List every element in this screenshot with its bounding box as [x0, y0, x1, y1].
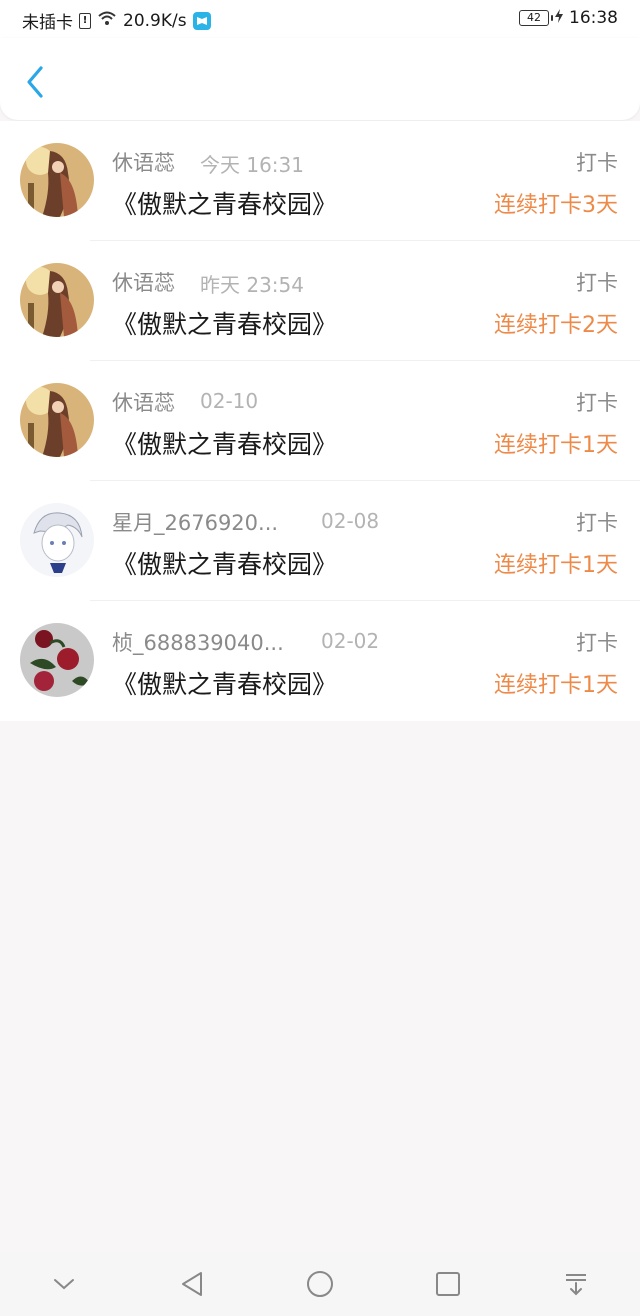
- system-nav-bar: [0, 1252, 640, 1316]
- nav-back-button[interactable]: [172, 1264, 212, 1304]
- book-title[interactable]: 《傲默之青春校园》: [112, 425, 337, 461]
- checkin-tag: 打卡: [576, 271, 618, 295]
- book-title[interactable]: 《傲默之青春校园》: [112, 665, 337, 701]
- back-triangle-icon: [182, 1272, 202, 1296]
- streak-label: 连续打卡2天: [494, 313, 618, 338]
- list-item[interactable]: 休语蕊 今天 16:31 《傲默之青春校园》 打卡 连续打卡3天: [0, 121, 640, 241]
- nav-recents-button[interactable]: [428, 1264, 468, 1304]
- collapse-icon: [54, 1279, 74, 1290]
- user-name[interactable]: 星月_2676920...: [112, 507, 297, 537]
- checkin-time: 昨天 23:54: [200, 273, 304, 297]
- checkin-time: 今天 16:31: [200, 153, 304, 177]
- reader-app-icon: [192, 11, 211, 30]
- list-item[interactable]: 休语蕊 昨天 23:54 《傲默之青春校园》 打卡 连续打卡2天: [0, 241, 640, 361]
- network-speed: 20.9K/s: [123, 10, 187, 31]
- book-title[interactable]: 《傲默之青春校园》: [112, 185, 337, 221]
- status-left: 未插卡 ! 20.9K/s: [22, 8, 211, 33]
- clock: 16:38: [569, 8, 618, 28]
- checkin-tag: 打卡: [576, 631, 618, 655]
- collapse-button[interactable]: [44, 1264, 84, 1304]
- page-header: [0, 38, 640, 120]
- checkin-time: 02-02: [321, 629, 380, 653]
- list-item[interactable]: 桢_688839040... 02-02 《傲默之青春校园》 打卡 连续打卡1天: [0, 601, 640, 721]
- notification-pull-icon: [566, 1274, 586, 1296]
- charging-icon: [555, 8, 563, 28]
- anime-girl-avatar[interactable]: [20, 143, 94, 217]
- user-name[interactable]: 桢_688839040...: [112, 627, 297, 657]
- back-button[interactable]: [18, 62, 52, 102]
- list-item[interactable]: 休语蕊 02-10 《傲默之青春校园》 打卡 连续打卡1天: [0, 361, 640, 481]
- streak-label: 连续打卡3天: [494, 193, 618, 218]
- carrier-text: 未插卡: [22, 13, 73, 33]
- sim-alert-icon: !: [79, 12, 91, 29]
- checkin-tag: 打卡: [576, 391, 618, 415]
- list-item[interactable]: 星月_2676920... 02-08 《傲默之青春校园》 打卡 连续打卡1天: [0, 481, 640, 601]
- recents-square-icon: [436, 1272, 460, 1296]
- checkin-list: 休语蕊 今天 16:31 《傲默之青春校园》 打卡 连续打卡3天 休语蕊 昨天 …: [0, 121, 640, 721]
- status-bar: 未插卡 ! 20.9K/s 42 16:38: [0, 0, 640, 38]
- anime-girl-avatar[interactable]: [20, 263, 94, 337]
- streak-label: 连续打卡1天: [494, 553, 618, 578]
- checkin-time: 02-08: [321, 509, 380, 533]
- roses-avatar[interactable]: [20, 623, 94, 697]
- checkin-time: 02-10: [200, 389, 259, 413]
- checkin-tag: 打卡: [576, 511, 618, 535]
- streak-label: 连续打卡1天: [494, 673, 618, 698]
- checkin-tag: 打卡: [576, 151, 618, 175]
- home-circle-icon: [307, 1271, 333, 1297]
- nav-notification-button[interactable]: [556, 1264, 596, 1304]
- book-title[interactable]: 《傲默之青春校园》: [112, 305, 337, 341]
- battery-icon: 42: [519, 10, 553, 26]
- chevron-left-icon: [27, 66, 43, 98]
- sketch-boy-avatar[interactable]: [20, 503, 94, 577]
- battery-level: 42: [527, 11, 541, 24]
- status-right: 42 16:38: [519, 8, 618, 28]
- streak-label: 连续打卡1天: [494, 433, 618, 458]
- wifi-icon: [97, 10, 117, 31]
- book-title[interactable]: 《傲默之青春校园》: [112, 545, 337, 581]
- anime-girl-avatar[interactable]: [20, 383, 94, 457]
- nav-home-button[interactable]: [300, 1264, 340, 1304]
